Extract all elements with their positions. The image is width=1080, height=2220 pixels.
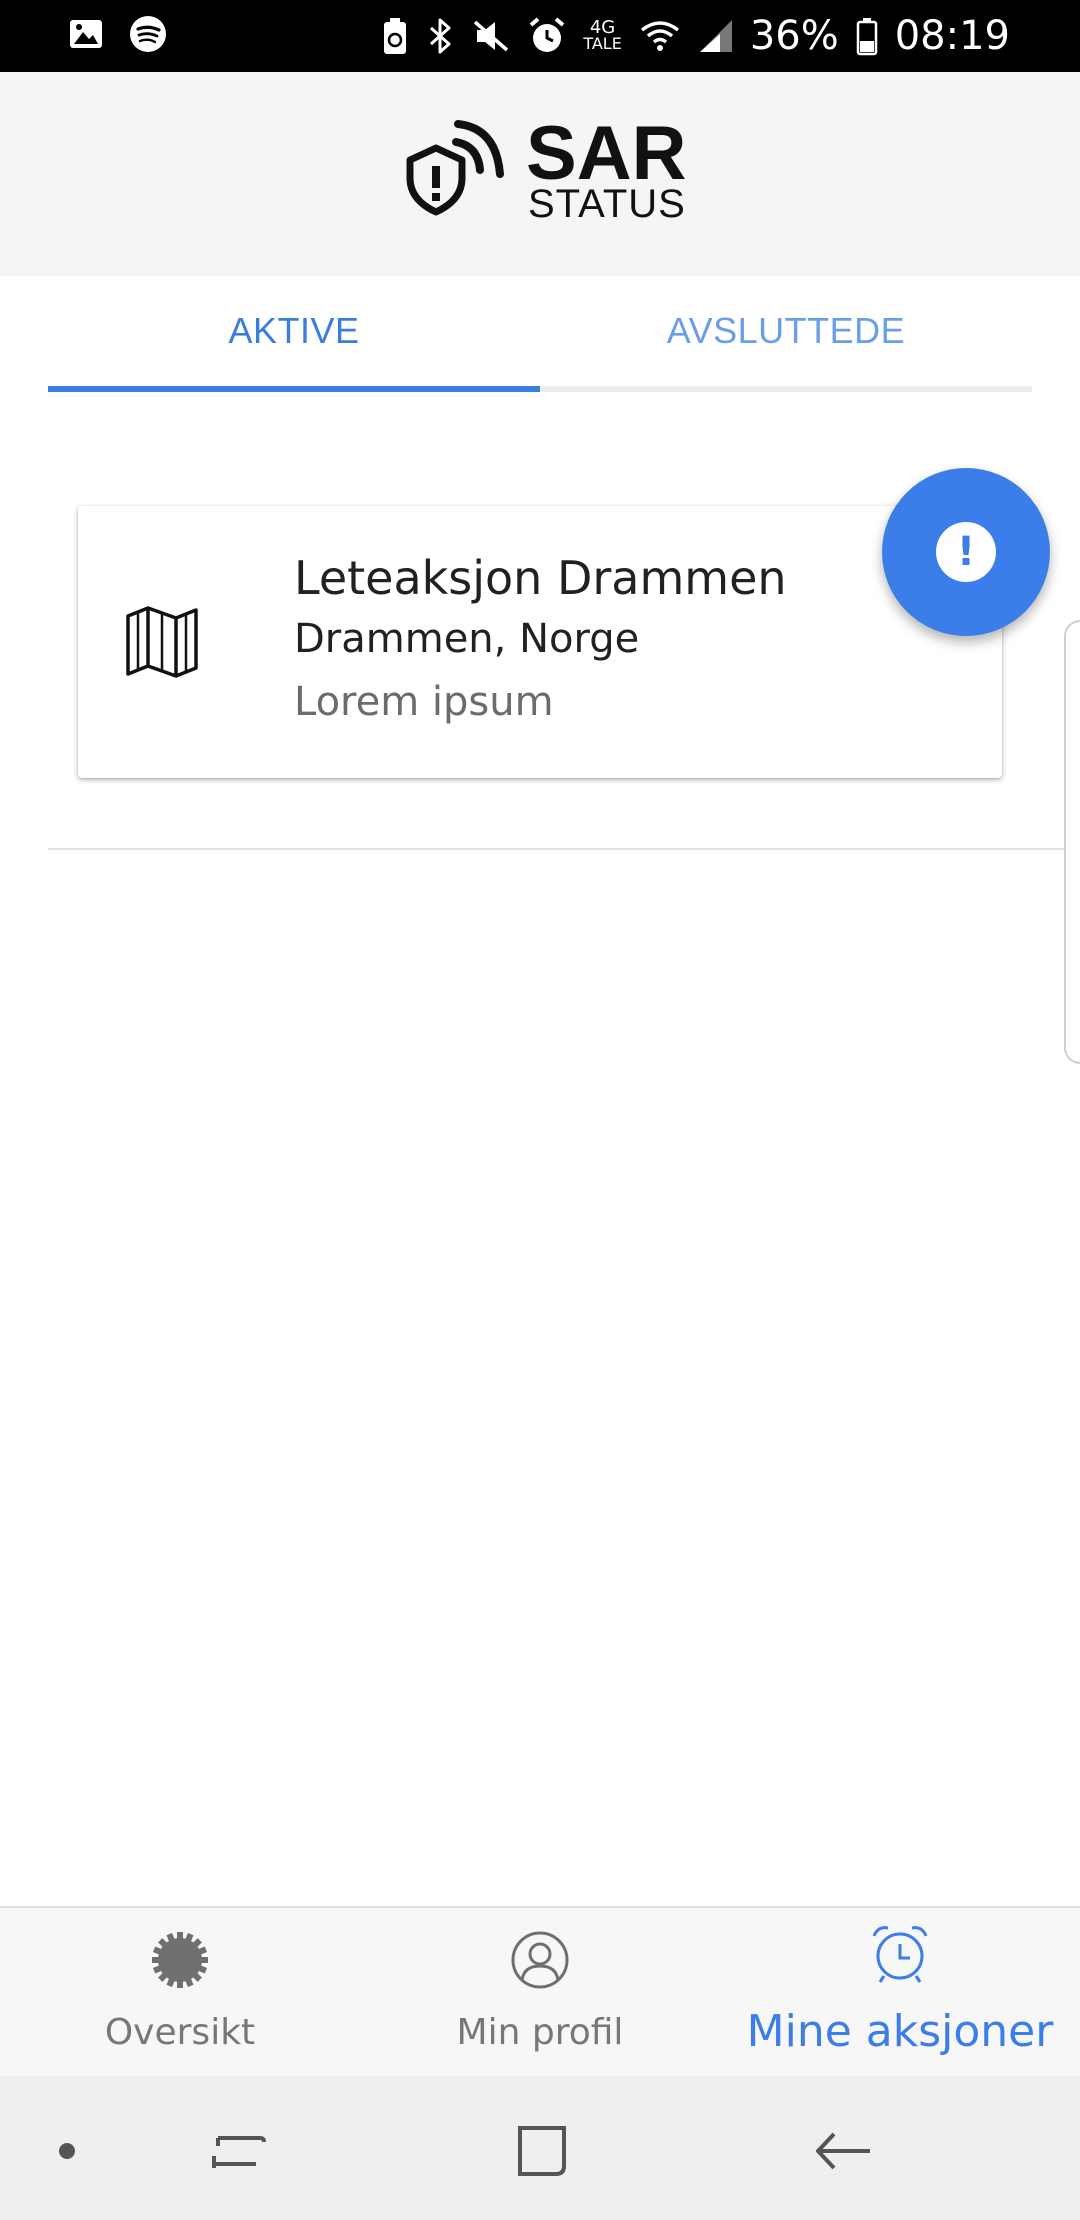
nav-label-mine-aksjoner: Mine aksjoner [746, 2006, 1054, 2057]
map-icon [126, 606, 198, 678]
card-description: Lorem ipsum [294, 679, 554, 725]
alarm-icon [530, 17, 565, 52]
gallery-icon [70, 20, 102, 48]
battery-icon [856, 18, 877, 56]
app-logo: SAR STATUS [400, 112, 690, 232]
dot-indicator-icon[interactable] [32, 2116, 102, 2186]
action-card[interactable]: Leteaksjon Drammen Drammen, Norge Lorem … [78, 506, 1002, 778]
home-icon[interactable] [506, 2116, 576, 2186]
tab-avsluttede[interactable]: AVSLUTTEDE [540, 276, 1032, 386]
bluetooth-icon [430, 18, 451, 54]
card-location: Drammen, Norge [294, 616, 640, 662]
tab-aktive[interactable]: AKTIVE [48, 276, 540, 386]
signal-icon [699, 20, 732, 52]
bottom-nav: Oversikt Min profil Mine aksjoner [0, 1906, 1080, 2076]
tab-bar: AKTIVE AVSLUTTEDE [48, 276, 1032, 392]
wifi-icon [640, 21, 679, 51]
battery-saver-icon [384, 18, 407, 54]
alert-icon: ! [936, 522, 996, 582]
nav-label-oversikt: Oversikt [104, 2012, 256, 2053]
edge-panel-handle[interactable] [1064, 620, 1080, 1064]
user-icon [511, 1931, 569, 1989]
shield-signal-icon [406, 120, 504, 216]
spotify-icon [130, 16, 166, 52]
back-icon[interactable] [808, 2116, 878, 2186]
battery-percent: 36% [749, 13, 839, 59]
status-bar: 4G TALE 36% 08:19 [0, 0, 1080, 72]
alert-fab-button[interactable]: ! [882, 468, 1050, 636]
mute-icon [474, 20, 509, 52]
network-indicator: 4G TALE [583, 17, 622, 53]
list-divider [48, 848, 1080, 850]
nav-item-mine-aksjoner[interactable]: Mine aksjoner [720, 1908, 1080, 2078]
recents-icon[interactable] [204, 2116, 274, 2186]
nav-label-min-profil: Min profil [456, 2012, 624, 2053]
logo-text-status: STATUS [528, 182, 686, 226]
system-nav-bar [0, 2076, 1080, 2220]
nav-item-oversikt[interactable]: Oversikt [0, 1908, 360, 2078]
alarm-clock-icon [872, 1926, 928, 1983]
app-header: SAR STATUS [0, 72, 1080, 276]
card-title: Leteaksjon Drammen [294, 551, 787, 605]
clock: 08:19 [894, 13, 1010, 59]
tab-indicator [48, 386, 540, 392]
gear-icon [152, 1932, 208, 1988]
nav-item-min-profil[interactable]: Min profil [360, 1908, 720, 2078]
